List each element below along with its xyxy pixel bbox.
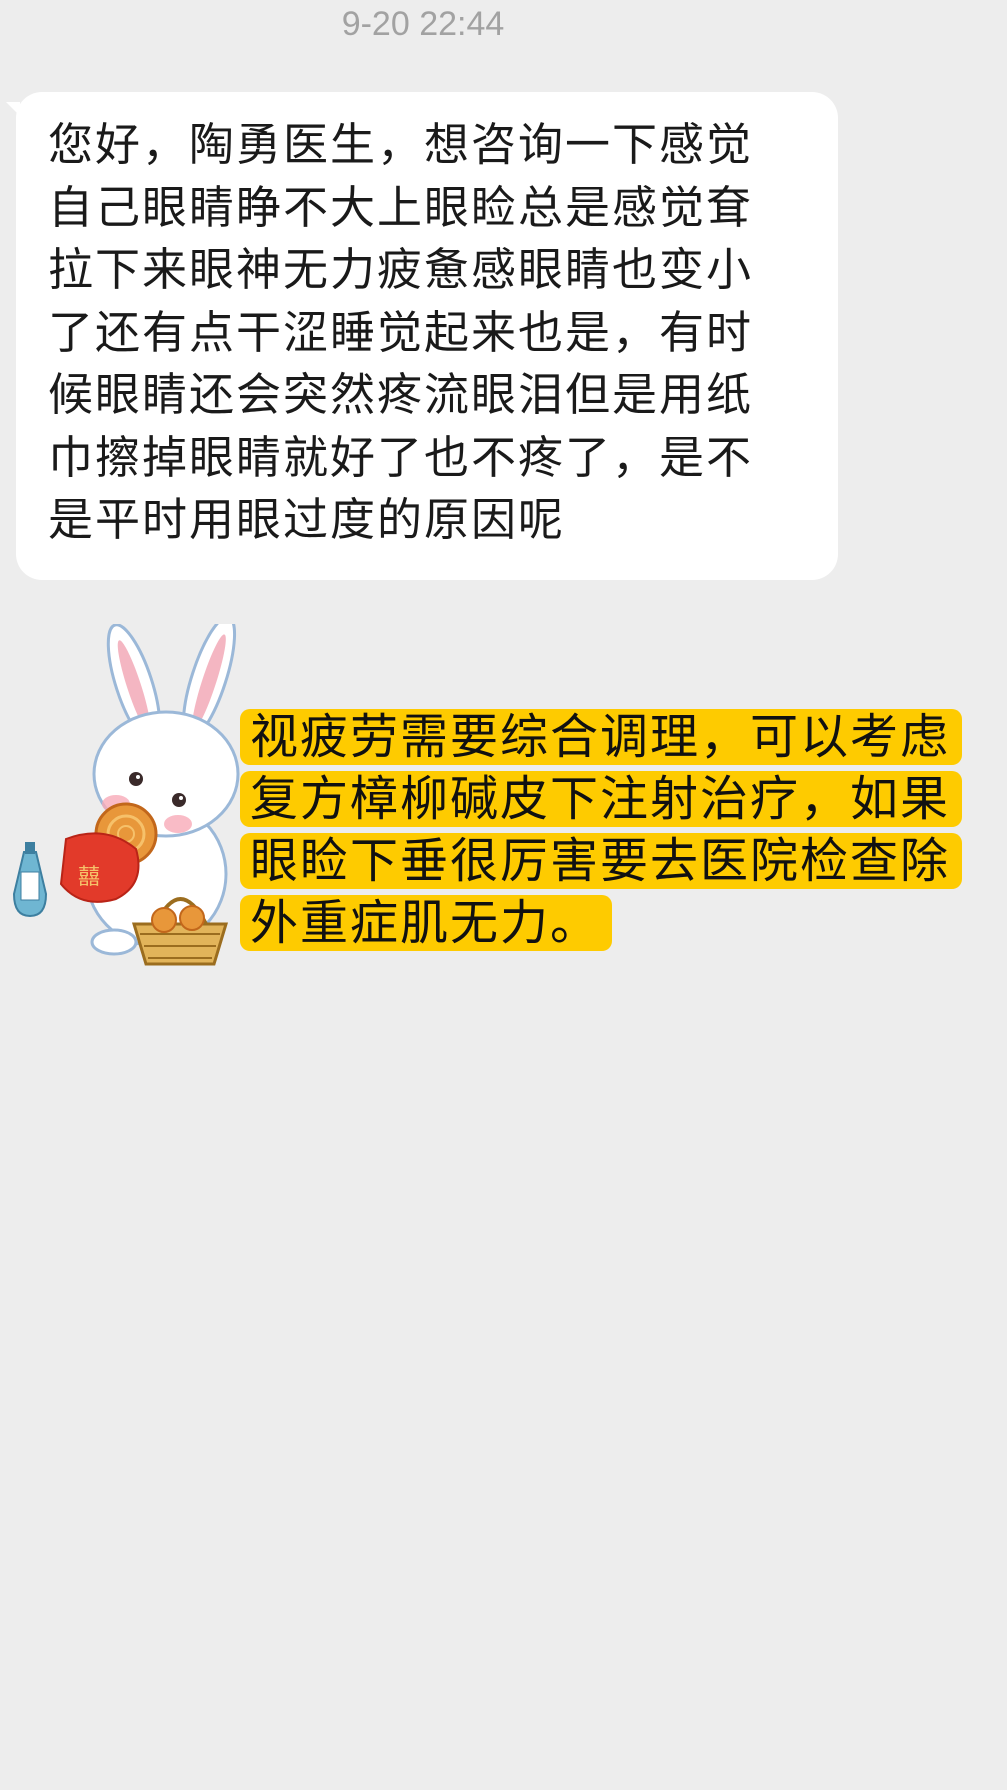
svg-text:囍: 囍 <box>78 865 100 890</box>
reply-line-text: 复方樟柳碱皮下注射治疗，如果 <box>240 771 963 827</box>
reply-message[interactable]: 视疲劳需要综合调理，可以考虑 复方樟柳碱皮下注射治疗，如果 眼睑下垂很厉害要去医… <box>240 706 980 954</box>
message-line: 了还有点干涩睡觉起来也是，有时 <box>48 305 754 359</box>
message-line: 巾擦掉眼睛就好了也不疼了，是不 <box>48 430 754 484</box>
rabbit-mooncake-icon: 囍 <box>6 615 246 974</box>
reply-line-text: 眼睑下垂很厉害要去医院检查除 <box>240 833 963 889</box>
reply-line: 眼睑下垂很厉害要去医院检查除 <box>240 830 980 892</box>
message-line: 候眼睛还会突然疼流眼泪但是用纸 <box>48 368 754 421</box>
message-timestamp: 9-20 22:44 <box>341 5 505 43</box>
incoming-message-text: 您好，陶勇医生，想咨询一下感觉 自己眼睛睁不大上眼睑总是感觉耷 拉下来眼神无力疲… <box>48 114 808 552</box>
message-line: 是平时用眼过度的原因呢 <box>48 493 566 546</box>
reply-line-text: 外重症肌无力。 <box>240 895 613 951</box>
reply-line: 视疲劳需要综合调理，可以考虑 <box>240 706 980 768</box>
message-line: 您好，陶勇医生，想咨询一下感觉 <box>48 118 754 171</box>
message-line: 拉下来眼神无力疲惫感眼睛也变小 <box>48 243 754 296</box>
reply-line: 复方樟柳碱皮下注射治疗，如果 <box>240 768 980 830</box>
reply-line: 外重症肌无力。 <box>240 892 980 954</box>
incoming-message-bubble[interactable]: 您好，陶勇医生，想咨询一下感觉 自己眼睛睁不大上眼睑总是感觉耷 拉下来眼神无力疲… <box>6 92 838 580</box>
message-line: 自己眼睛睁不大上眼睑总是感觉耷 <box>48 180 754 234</box>
reply-line-text: 视疲劳需要综合调理，可以考虑 <box>240 709 963 765</box>
